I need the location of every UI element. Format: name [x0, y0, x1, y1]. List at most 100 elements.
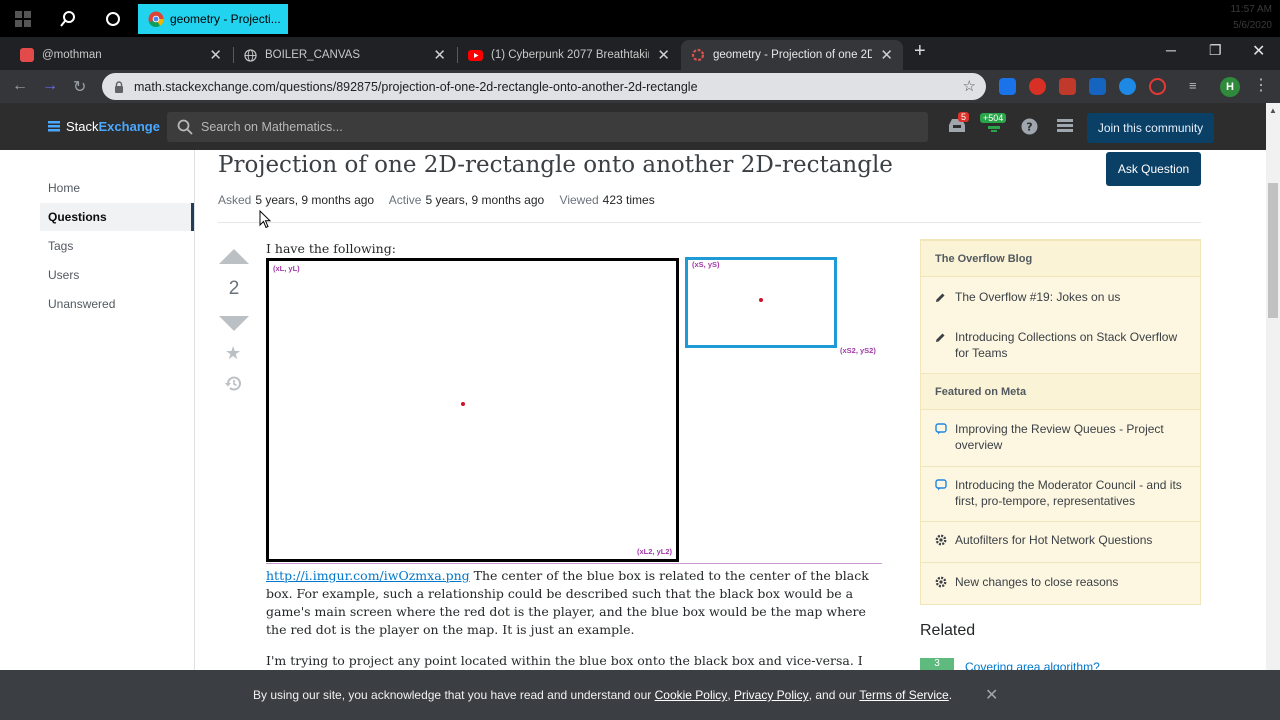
cookie-close-icon[interactable]: ✕	[985, 685, 998, 705]
privacy-policy-link[interactable]: Privacy Policy	[734, 688, 809, 702]
pencil-icon	[935, 331, 947, 361]
meta-item[interactable]: Introducing the Moderator Council - and …	[935, 477, 1185, 509]
meta-widget-header: Featured on Meta	[921, 373, 1200, 410]
search-icon	[177, 119, 193, 135]
downvote-arrow-icon[interactable]	[219, 316, 249, 331]
terms-of-service-link[interactable]: Terms of Service	[859, 688, 948, 702]
close-icon[interactable]: ✕	[880, 46, 893, 64]
blue-rectangle: (xS, yS)	[685, 257, 837, 348]
cookie-banner: By using our site, you acknowledge that …	[0, 670, 1280, 720]
blog-item-label: The Overflow #19: Jokes on us	[955, 290, 1121, 304]
blog-item[interactable]: Introducing Collections on Stack Overflo…	[935, 329, 1185, 361]
window-close-icon[interactable]: ✕	[1252, 41, 1265, 61]
stackexchange-logo-icon	[48, 120, 60, 131]
red-dot-map	[759, 298, 763, 302]
extension-puzzle-icon[interactable]	[1089, 78, 1106, 95]
viewed-label: Viewed	[559, 193, 599, 207]
extension-new-icon[interactable]	[1059, 78, 1076, 95]
svg-text:?: ?	[1026, 121, 1032, 134]
question-meta: Asked 5 years, 9 months ago Active 5 years…	[218, 193, 667, 207]
page-scrollbar[interactable]: ▲	[1266, 103, 1280, 670]
meta-item[interactable]: Improving the Review Queues - Project ov…	[935, 421, 1185, 453]
stackexchange-gear-icon	[935, 576, 947, 592]
meta-item[interactable]: Autofilters for Hot Network Questions	[935, 532, 1185, 550]
tab-mothman[interactable]: @mothman ✕	[10, 40, 232, 70]
extension-block-icon[interactable]	[1149, 78, 1166, 95]
profile-avatar[interactable]: H	[1220, 77, 1240, 97]
active-value[interactable]: 5 years, 9 months ago	[425, 193, 544, 207]
widget-divider	[921, 521, 1200, 522]
red-dot-player	[461, 402, 465, 406]
clock-date: 5/6/2020	[1233, 20, 1272, 31]
new-tab-plus-icon[interactable]: +	[914, 40, 926, 63]
browser-tab-strip: @mothman ✕ BOILER_CANVAS ✕ (1) Cyberpunk…	[0, 37, 1280, 70]
youtube-icon	[468, 49, 483, 61]
nav-users[interactable]: Users	[48, 268, 79, 282]
extension-sync-icon[interactable]	[999, 78, 1016, 95]
stackexchange-logo[interactable]: StackExchange	[48, 119, 160, 134]
extension-circle-icon[interactable]	[1119, 78, 1136, 95]
question-image[interactable]: (xL, yL) (xL2, yL2) (xS, yS) (xS2, yS2)	[266, 257, 882, 564]
label-blue-top-left: (xS, yS)	[692, 260, 720, 269]
header-divider	[218, 222, 1201, 223]
blog-item[interactable]: The Overflow #19: Jokes on us	[935, 289, 1185, 307]
question-title[interactable]: Projection of one 2D-rectangle onto anot…	[218, 152, 893, 178]
close-icon[interactable]: ✕	[433, 46, 446, 64]
nav-tags[interactable]: Tags	[48, 239, 73, 253]
chrome-menu-icon[interactable]: ⋮	[1253, 75, 1269, 95]
reload-icon[interactable]: ↻	[73, 77, 86, 97]
site-search-input[interactable]: Search on Mathematics...	[167, 112, 928, 142]
label-blue-bottom-right: (xS2, yS2)	[840, 346, 876, 355]
help-icon[interactable]: ?	[1021, 118, 1038, 140]
tab-youtube[interactable]: (1) Cyberpunk 2077 Breathtaking ✕	[458, 40, 680, 70]
inbox-icon[interactable]: 5	[948, 112, 970, 138]
logo-text-right: Exchange	[98, 119, 160, 134]
taskbar-chrome-app[interactable]: geometry - Projecti...	[138, 4, 288, 34]
extension-adblock-icon[interactable]	[1029, 78, 1046, 95]
post-paragraph-1: http://i.imgur.com/iwOzmxa.png The cente…	[266, 567, 886, 639]
reading-list-icon[interactable]: ≡	[1189, 78, 1206, 95]
achievements-icon[interactable]: +504	[980, 113, 1007, 138]
close-icon[interactable]: ✕	[657, 46, 670, 64]
forward-arrow-icon[interactable]: →	[42, 77, 58, 95]
cortana-icon[interactable]	[90, 0, 135, 37]
nav-questions[interactable]: Questions	[40, 203, 194, 231]
address-bar[interactable]: math.stackexchange.com/questions/892875/…	[102, 73, 986, 100]
post-intro: I have the following:	[266, 241, 396, 256]
join-community-button[interactable]: Join this community	[1087, 113, 1214, 143]
upvote-arrow-icon[interactable]	[219, 249, 249, 264]
tab-label: geometry - Projection of one 2D	[713, 49, 873, 61]
meta-item[interactable]: New changes to close reasons	[935, 574, 1185, 592]
nav-home[interactable]: Home	[48, 181, 80, 195]
bookmark-star-icon[interactable]: ☆	[963, 77, 976, 95]
lock-icon	[115, 80, 123, 93]
windows-start-icon[interactable]	[0, 0, 45, 37]
blog-item-label: Introducing Collections on Stack Overflo…	[955, 330, 1178, 360]
tab-label: BOILER_CANVAS	[265, 49, 361, 61]
taskbar-clock[interactable]: 11:57 AM 5/6/2020	[1230, 2, 1272, 34]
cookie-policy-link[interactable]: Cookie Policy	[655, 688, 728, 702]
favorite-star-icon[interactable]: ★	[225, 343, 241, 364]
windows-taskbar: geometry - Projecti... 11:57 AM 5/6/2020	[0, 0, 1280, 37]
nav-unanswered[interactable]: Unanswered	[48, 297, 115, 311]
minimize-icon[interactable]: ─	[1166, 42, 1176, 58]
back-arrow-icon[interactable]: ←	[12, 77, 28, 95]
history-icon[interactable]	[224, 374, 243, 393]
ask-question-button[interactable]: Ask Question	[1106, 152, 1201, 186]
asked-label: Asked	[218, 193, 252, 207]
meta-item-label: Improving the Review Queues - Project ov…	[955, 422, 1164, 452]
scroll-thumb[interactable]	[1268, 183, 1278, 318]
scroll-up-arrow-icon[interactable]: ▲	[1269, 106, 1277, 115]
taskbar-search-icon[interactable]	[45, 0, 90, 37]
cookie-text-prefix: By using our site, you acknowledge that …	[253, 688, 655, 702]
screen: geometry - Projecti... 11:57 AM 5/6/2020…	[0, 0, 1280, 720]
label-black-bottom-right: (xL2, yL2)	[636, 547, 672, 556]
globe-icon	[244, 48, 257, 62]
maximize-icon[interactable]: ❐	[1209, 42, 1222, 59]
tab-boiler-canvas[interactable]: BOILER_CANVAS ✕	[234, 40, 456, 70]
close-icon[interactable]: ✕	[209, 46, 222, 64]
site-switcher-icon[interactable]	[1057, 119, 1073, 138]
tab-geometry-active[interactable]: geometry - Projection of one 2D ✕	[681, 40, 903, 70]
related-heading: Related	[920, 622, 976, 639]
image-link[interactable]: http://i.imgur.com/iwOzmxa.png	[266, 568, 470, 583]
